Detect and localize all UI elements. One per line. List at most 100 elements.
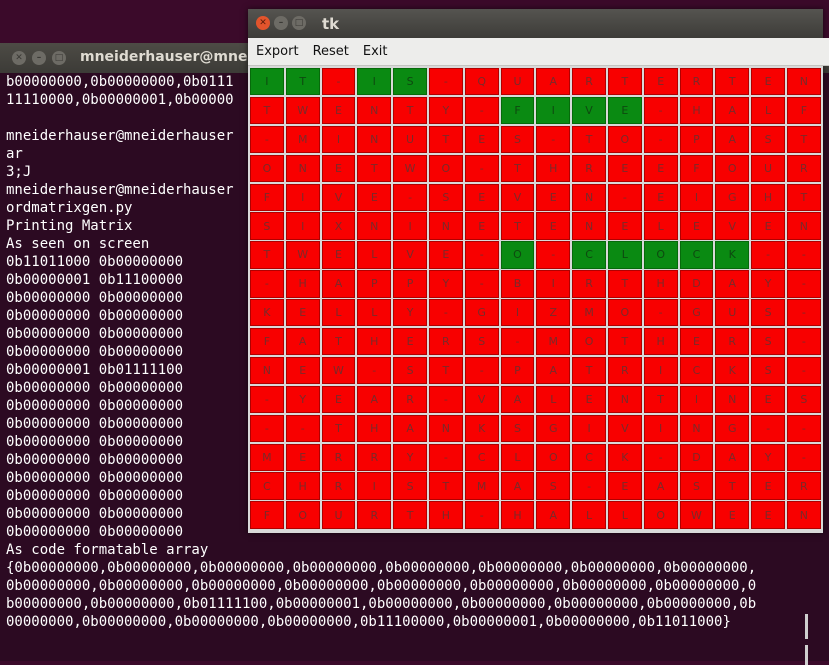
- matrix-cell[interactable]: T: [429, 357, 463, 384]
- matrix-cell[interactable]: L: [357, 241, 391, 268]
- matrix-cell[interactable]: Z: [536, 299, 570, 326]
- matrix-cell[interactable]: A: [644, 472, 678, 499]
- matrix-cell[interactable]: T: [572, 126, 606, 153]
- matrix-cell[interactable]: A: [501, 386, 535, 413]
- matrix-cell[interactable]: -: [465, 270, 499, 297]
- matrix-cell[interactable]: T: [322, 415, 356, 442]
- matrix-cell[interactable]: V: [501, 184, 535, 211]
- matrix-cell[interactable]: E: [680, 328, 714, 355]
- matrix-cell[interactable]: I: [644, 357, 678, 384]
- matrix-cell[interactable]: -: [286, 415, 320, 442]
- matrix-cell[interactable]: E: [751, 212, 785, 239]
- matrix-cell[interactable]: I: [286, 212, 320, 239]
- matrix-cell[interactable]: F: [787, 97, 821, 124]
- matrix-cell[interactable]: V: [393, 241, 427, 268]
- matrix-cell[interactable]: S: [501, 126, 535, 153]
- matrix-cell[interactable]: S: [393, 472, 427, 499]
- matrix-cell[interactable]: A: [501, 472, 535, 499]
- matrix-cell[interactable]: T: [393, 97, 427, 124]
- matrix-cell[interactable]: S: [751, 299, 785, 326]
- matrix-cell[interactable]: S: [393, 357, 427, 384]
- matrix-cell[interactable]: S: [751, 357, 785, 384]
- matrix-cell[interactable]: Y: [286, 386, 320, 413]
- matrix-cell[interactable]: -: [787, 241, 821, 268]
- matrix-cell[interactable]: R: [322, 472, 356, 499]
- matrix-cell[interactable]: I: [680, 386, 714, 413]
- matrix-cell[interactable]: F: [250, 501, 284, 528]
- matrix-cell[interactable]: T: [644, 386, 678, 413]
- matrix-cell[interactable]: -: [322, 68, 356, 95]
- matrix-cell[interactable]: V: [715, 212, 749, 239]
- matrix-cell[interactable]: T: [608, 270, 642, 297]
- matrix-cell[interactable]: V: [465, 386, 499, 413]
- matrix-cell[interactable]: S: [250, 212, 284, 239]
- matrix-cell[interactable]: O: [608, 299, 642, 326]
- matrix-cell[interactable]: U: [322, 501, 356, 528]
- matrix-cell[interactable]: K: [608, 444, 642, 471]
- matrix-cell[interactable]: D: [680, 444, 714, 471]
- matrix-cell[interactable]: H: [286, 472, 320, 499]
- matrix-cell[interactable]: H: [680, 97, 714, 124]
- matrix-cell[interactable]: Q: [465, 68, 499, 95]
- matrix-cell[interactable]: -: [787, 444, 821, 471]
- matrix-cell[interactable]: I: [286, 184, 320, 211]
- close-icon[interactable]: ✕: [256, 16, 270, 30]
- matrix-cell[interactable]: M: [286, 126, 320, 153]
- matrix-cell[interactable]: M: [465, 472, 499, 499]
- matrix-cell[interactable]: H: [286, 270, 320, 297]
- matrix-cell[interactable]: E: [536, 184, 570, 211]
- matrix-cell[interactable]: -: [429, 299, 463, 326]
- matrix-cell[interactable]: L: [322, 299, 356, 326]
- matrix-cell[interactable]: T: [608, 68, 642, 95]
- matrix-cell[interactable]: E: [465, 212, 499, 239]
- matrix-cell[interactable]: O: [644, 501, 678, 528]
- matrix-cell[interactable]: F: [250, 184, 284, 211]
- matrix-cell[interactable]: G: [715, 415, 749, 442]
- matrix-cell[interactable]: E: [644, 68, 678, 95]
- matrix-cell[interactable]: H: [536, 155, 570, 182]
- matrix-cell[interactable]: E: [751, 501, 785, 528]
- matrix-cell[interactable]: C: [680, 357, 714, 384]
- matrix-cell[interactable]: E: [715, 501, 749, 528]
- matrix-cell[interactable]: T: [608, 328, 642, 355]
- matrix-cell[interactable]: E: [286, 444, 320, 471]
- matrix-cell[interactable]: S: [501, 415, 535, 442]
- matrix-cell[interactable]: S: [680, 472, 714, 499]
- matrix-cell[interactable]: T: [250, 97, 284, 124]
- matrix-cell[interactable]: E: [608, 472, 642, 499]
- matrix-cell[interactable]: G: [536, 415, 570, 442]
- matrix-cell[interactable]: L: [608, 241, 642, 268]
- matrix-cell[interactable]: I: [250, 68, 284, 95]
- matrix-cell[interactable]: L: [751, 97, 785, 124]
- matrix-cell[interactable]: -: [751, 241, 785, 268]
- matrix-cell[interactable]: E: [608, 97, 642, 124]
- matrix-cell[interactable]: -: [250, 270, 284, 297]
- matrix-cell[interactable]: B: [501, 270, 535, 297]
- matrix-cell[interactable]: E: [644, 184, 678, 211]
- matrix-cell[interactable]: K: [250, 299, 284, 326]
- matrix-cell[interactable]: A: [536, 357, 570, 384]
- matrix-cell[interactable]: O: [286, 501, 320, 528]
- matrix-cell[interactable]: R: [393, 386, 427, 413]
- matrix-cell[interactable]: -: [465, 155, 499, 182]
- matrix-cell[interactable]: O: [608, 126, 642, 153]
- matrix-cell[interactable]: N: [787, 501, 821, 528]
- matrix-cell[interactable]: I: [644, 415, 678, 442]
- matrix-cell[interactable]: H: [501, 501, 535, 528]
- matrix-cell[interactable]: -: [536, 241, 570, 268]
- matrix-cell[interactable]: K: [715, 357, 749, 384]
- matrix-cell[interactable]: -: [536, 126, 570, 153]
- matrix-cell[interactable]: H: [644, 328, 678, 355]
- matrix-cell[interactable]: -: [751, 415, 785, 442]
- terminal-scrollbar[interactable]: [805, 614, 808, 639]
- matrix-cell[interactable]: -: [644, 126, 678, 153]
- matrix-cell[interactable]: E: [322, 241, 356, 268]
- matrix-cell[interactable]: E: [322, 155, 356, 182]
- matrix-cell[interactable]: P: [680, 126, 714, 153]
- matrix-cell[interactable]: E: [572, 386, 606, 413]
- matrix-cell[interactable]: P: [357, 270, 391, 297]
- matrix-cell[interactable]: -: [357, 357, 391, 384]
- matrix-cell[interactable]: E: [608, 155, 642, 182]
- matrix-cell[interactable]: N: [572, 184, 606, 211]
- matrix-cell[interactable]: T: [393, 501, 427, 528]
